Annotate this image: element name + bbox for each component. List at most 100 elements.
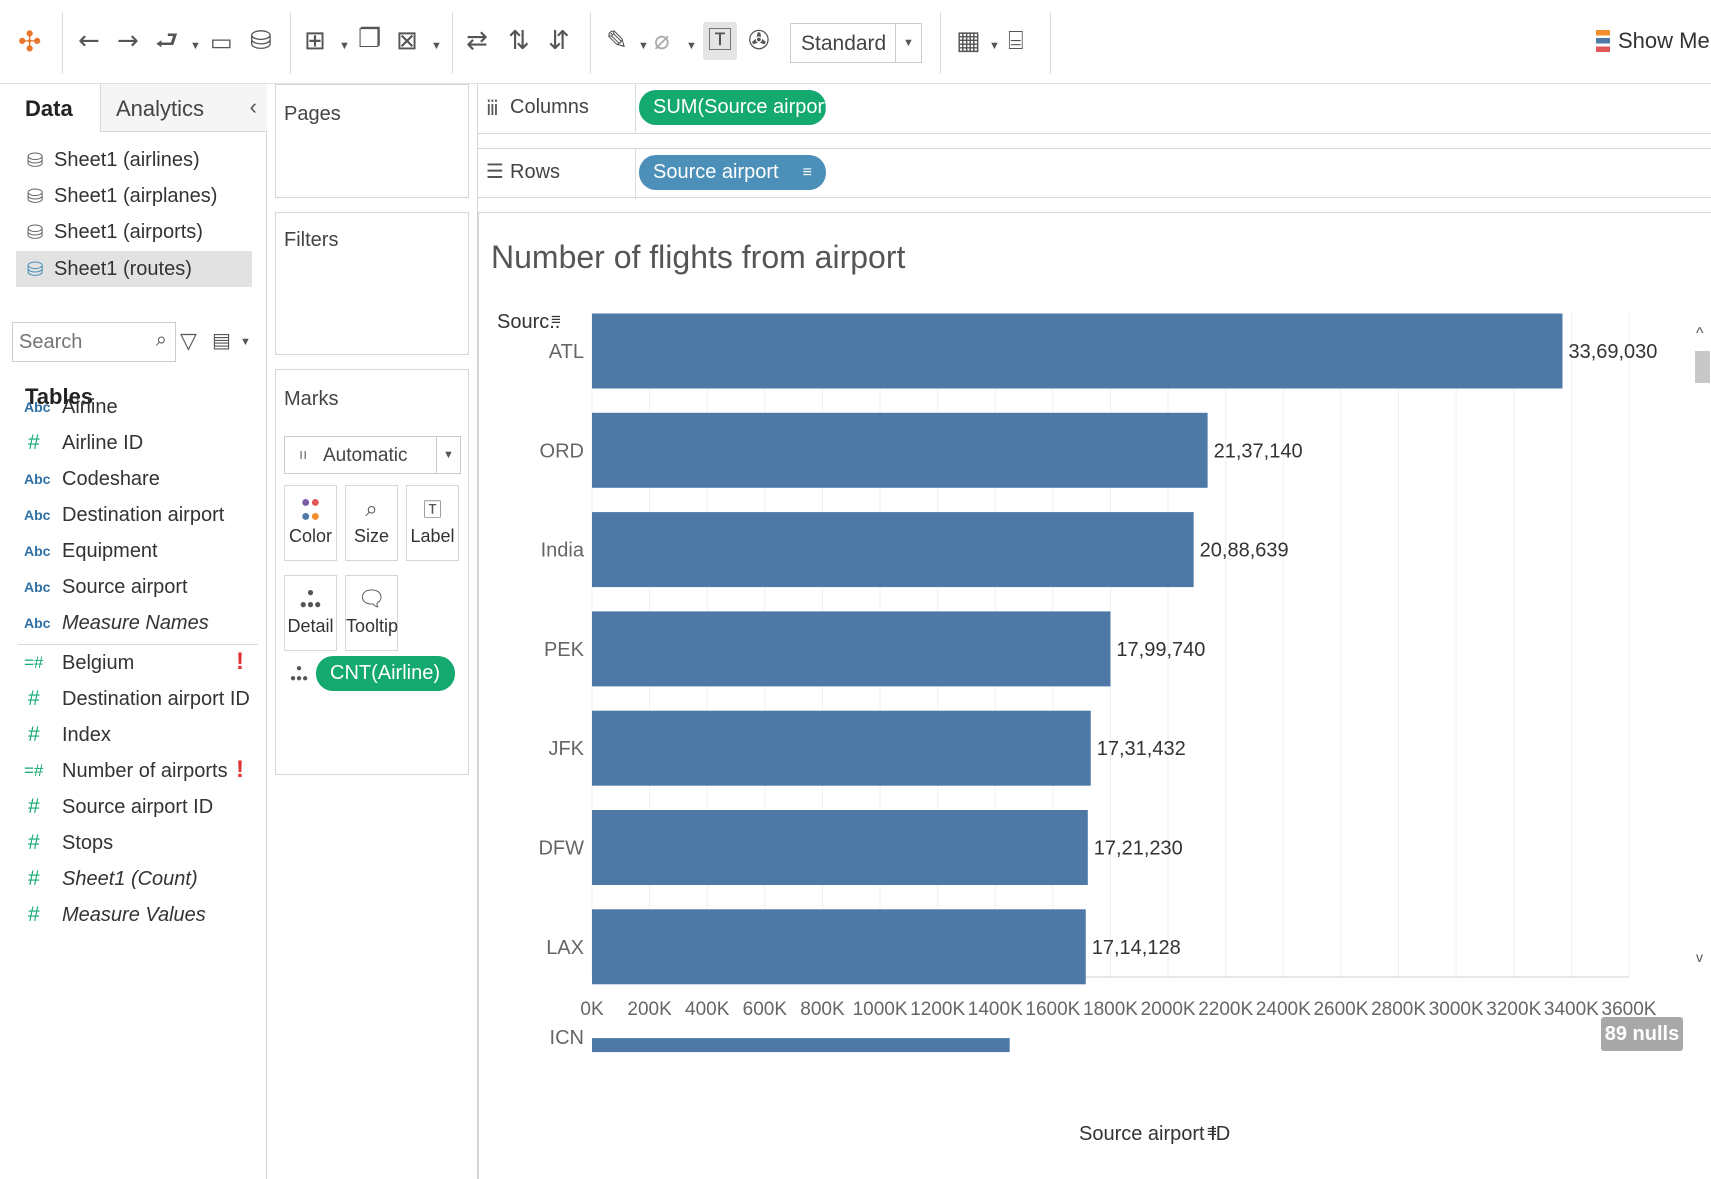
field-destination-airport[interactable]: Abc Destination airport	[24, 498, 224, 532]
show-cards-caret-icon[interactable]: ▼	[989, 40, 1000, 52]
clear-sheet-icon[interactable]: ⊠	[396, 28, 418, 54]
pages-card-title: Pages	[284, 103, 341, 125]
bar-ord[interactable]	[592, 412, 1208, 488]
group-icon[interactable]: ⌀	[654, 28, 670, 54]
pin-icon[interactable]: ✇	[748, 28, 770, 54]
datasource-airlines[interactable]: ⛁ Sheet1 (airlines)	[16, 142, 252, 178]
presentation-icon[interactable]: ⌸	[1008, 28, 1024, 54]
redo-icon[interactable]: →	[117, 28, 139, 54]
field-measure-names[interactable]: Abc Measure Names	[24, 606, 209, 640]
field-measure-values[interactable]: # Measure Values	[24, 898, 206, 932]
bar-chart: 0K 200K 400K 600K 800K 1000K 1200K 1400K 1600K 18…	[538, 313, 1657, 1053]
replay-caret-icon[interactable]: ▼	[190, 40, 201, 52]
x-tick-label: 3000K	[1429, 999, 1484, 1020]
filter-fields-icon[interactable]: ▽	[180, 328, 197, 354]
new-worksheet-caret-icon[interactable]: ▼	[339, 40, 350, 52]
field-belgium[interactable]: =# Belgium	[24, 646, 134, 680]
columns-pill-sum-source-airport-id[interactable]: SUM(Source airport I..	[639, 90, 826, 125]
field-source-airport-id[interactable]: # Source airport ID	[24, 790, 213, 824]
field-index[interactable]: # Index	[24, 718, 111, 752]
scroll-down-icon[interactable]: v	[1696, 949, 1703, 965]
bar-india[interactable]	[592, 512, 1194, 588]
show-cards-icon[interactable]: ▦	[956, 28, 981, 54]
bar-lax[interactable]	[592, 909, 1086, 985]
datasource-routes[interactable]: ⛁ Sheet1 (routes)	[16, 251, 252, 287]
highlight-caret-icon[interactable]: ▼	[638, 40, 649, 52]
mark-type-select[interactable]: ıı Automatic ▼	[284, 436, 461, 474]
datasource-airplanes[interactable]: ⛁ Sheet1 (airplanes)	[16, 178, 252, 214]
highlight-icon[interactable]: ✎	[606, 28, 628, 54]
x-tick-label: 1200K	[910, 999, 965, 1020]
undo-icon[interactable]: ←	[78, 28, 100, 54]
new-datasource-icon[interactable]: ⛁	[250, 28, 272, 54]
marks-color-button[interactable]: ●● ●● Color	[284, 485, 337, 561]
x-axis-sort-icon[interactable]: ≡	[1207, 1122, 1217, 1142]
sort-descending-icon[interactable]: ⇵	[548, 28, 570, 54]
tab-data[interactable]: Data	[0, 84, 100, 132]
replay-icon[interactable]: ⮐	[155, 28, 178, 54]
bar-value-label: 20,88,639	[1200, 540, 1289, 562]
y-category-label: JFK	[548, 738, 584, 760]
search-box[interactable]: ⌕	[12, 322, 176, 362]
tab-analytics[interactable]: Analytics ‹	[100, 84, 267, 132]
number-type-icon: #	[28, 687, 40, 710]
collapse-pane-icon[interactable]: ‹	[250, 94, 257, 120]
bar-pek[interactable]	[592, 611, 1111, 687]
view-options-icon[interactable]: ▤	[212, 328, 231, 353]
field-airline-id[interactable]: # Airline ID	[24, 426, 143, 460]
mark-type-chevron-icon: ▼	[436, 437, 460, 473]
field-stops[interactable]: # Stops	[24, 826, 113, 860]
marks-size-button[interactable]: ⌕ Size	[345, 485, 398, 561]
vertical-scrollbar[interactable]: ^ v	[1692, 325, 1711, 965]
duplicate-icon[interactable]: ❐	[358, 26, 381, 52]
field-number-of-airports[interactable]: =# Number of airports	[24, 754, 228, 788]
scroll-up-icon[interactable]: ^	[1696, 325, 1704, 343]
marks-tooltip-label: Tooltip	[346, 616, 399, 636]
sort-ascending-icon[interactable]: ⇅	[508, 28, 530, 54]
datasource-airports[interactable]: ⛁ Sheet1 (airports)	[16, 214, 252, 250]
filters-card[interactable]: Filters	[275, 212, 469, 355]
marks-label-button[interactable]: 🅃 Label	[406, 485, 459, 561]
new-worksheet-icon[interactable]: ⊞	[304, 28, 326, 54]
field-label: Measure Names	[62, 611, 209, 634]
detail-icon: ● ●●●	[299, 585, 322, 611]
active-datasource-icon: ⛁	[26, 258, 44, 281]
x-tick-label: 2600K	[1313, 999, 1368, 1020]
marks-pill-cnt-airline[interactable]: CNT(Airline)	[316, 656, 455, 691]
show-me-button[interactable]: Show Me	[1596, 28, 1710, 54]
field-codeshare[interactable]: Abc Codeshare	[24, 462, 160, 496]
datasource-icon: ⛁	[26, 149, 44, 172]
swap-icon[interactable]: ⇄	[466, 28, 488, 54]
field-sheet1-count[interactable]: # Sheet1 (Count)	[24, 862, 198, 896]
show-me-icon	[1596, 30, 1610, 52]
marks-detail-button[interactable]: ● ●●● Detail	[284, 575, 337, 651]
view-options-caret-icon[interactable]: ▼	[240, 336, 251, 348]
datasource-icon: ⛁	[26, 185, 44, 208]
field-label: Stops	[62, 831, 114, 854]
field-source-airport[interactable]: Abc Source airport	[24, 570, 188, 604]
rows-pill-source-airport[interactable]: Source airport ≡	[639, 155, 826, 190]
field-destination-airport-id[interactable]: # Destination airport ID	[24, 682, 250, 716]
clear-sheet-caret-icon[interactable]: ▼	[431, 40, 442, 52]
bar-atl[interactable]	[592, 313, 1563, 389]
bar-icn[interactable]	[592, 1038, 1010, 1053]
string-type-icon: Abc	[24, 543, 51, 559]
nulls-badge[interactable]: 89 nulls	[1601, 1017, 1683, 1051]
bar-dfw[interactable]	[592, 810, 1088, 885]
field-label: Sheet1 (Count)	[62, 867, 198, 890]
pages-card[interactable]: Pages	[275, 84, 469, 198]
bar-jfk[interactable]	[592, 710, 1091, 786]
field-equipment[interactable]: Abc Equipment	[24, 534, 158, 568]
save-icon[interactable]: ▭	[210, 30, 233, 54]
group-caret-icon[interactable]: ▼	[686, 40, 697, 52]
tableau-logo-icon[interactable]: ✣	[18, 28, 41, 56]
marks-tooltip-button[interactable]: 🗨 Tooltip	[345, 575, 398, 651]
field-label: Airline ID	[62, 431, 144, 454]
x-tick-label: 2800K	[1371, 999, 1426, 1020]
y-category-label: ICN	[550, 1027, 584, 1049]
fit-select[interactable]: Standard ▼	[790, 23, 922, 63]
x-tick-label: 1400K	[968, 999, 1023, 1020]
field-airline[interactable]: Abc Airline	[24, 390, 118, 424]
scroll-thumb[interactable]	[1695, 351, 1710, 383]
search-input[interactable]	[19, 329, 139, 355]
